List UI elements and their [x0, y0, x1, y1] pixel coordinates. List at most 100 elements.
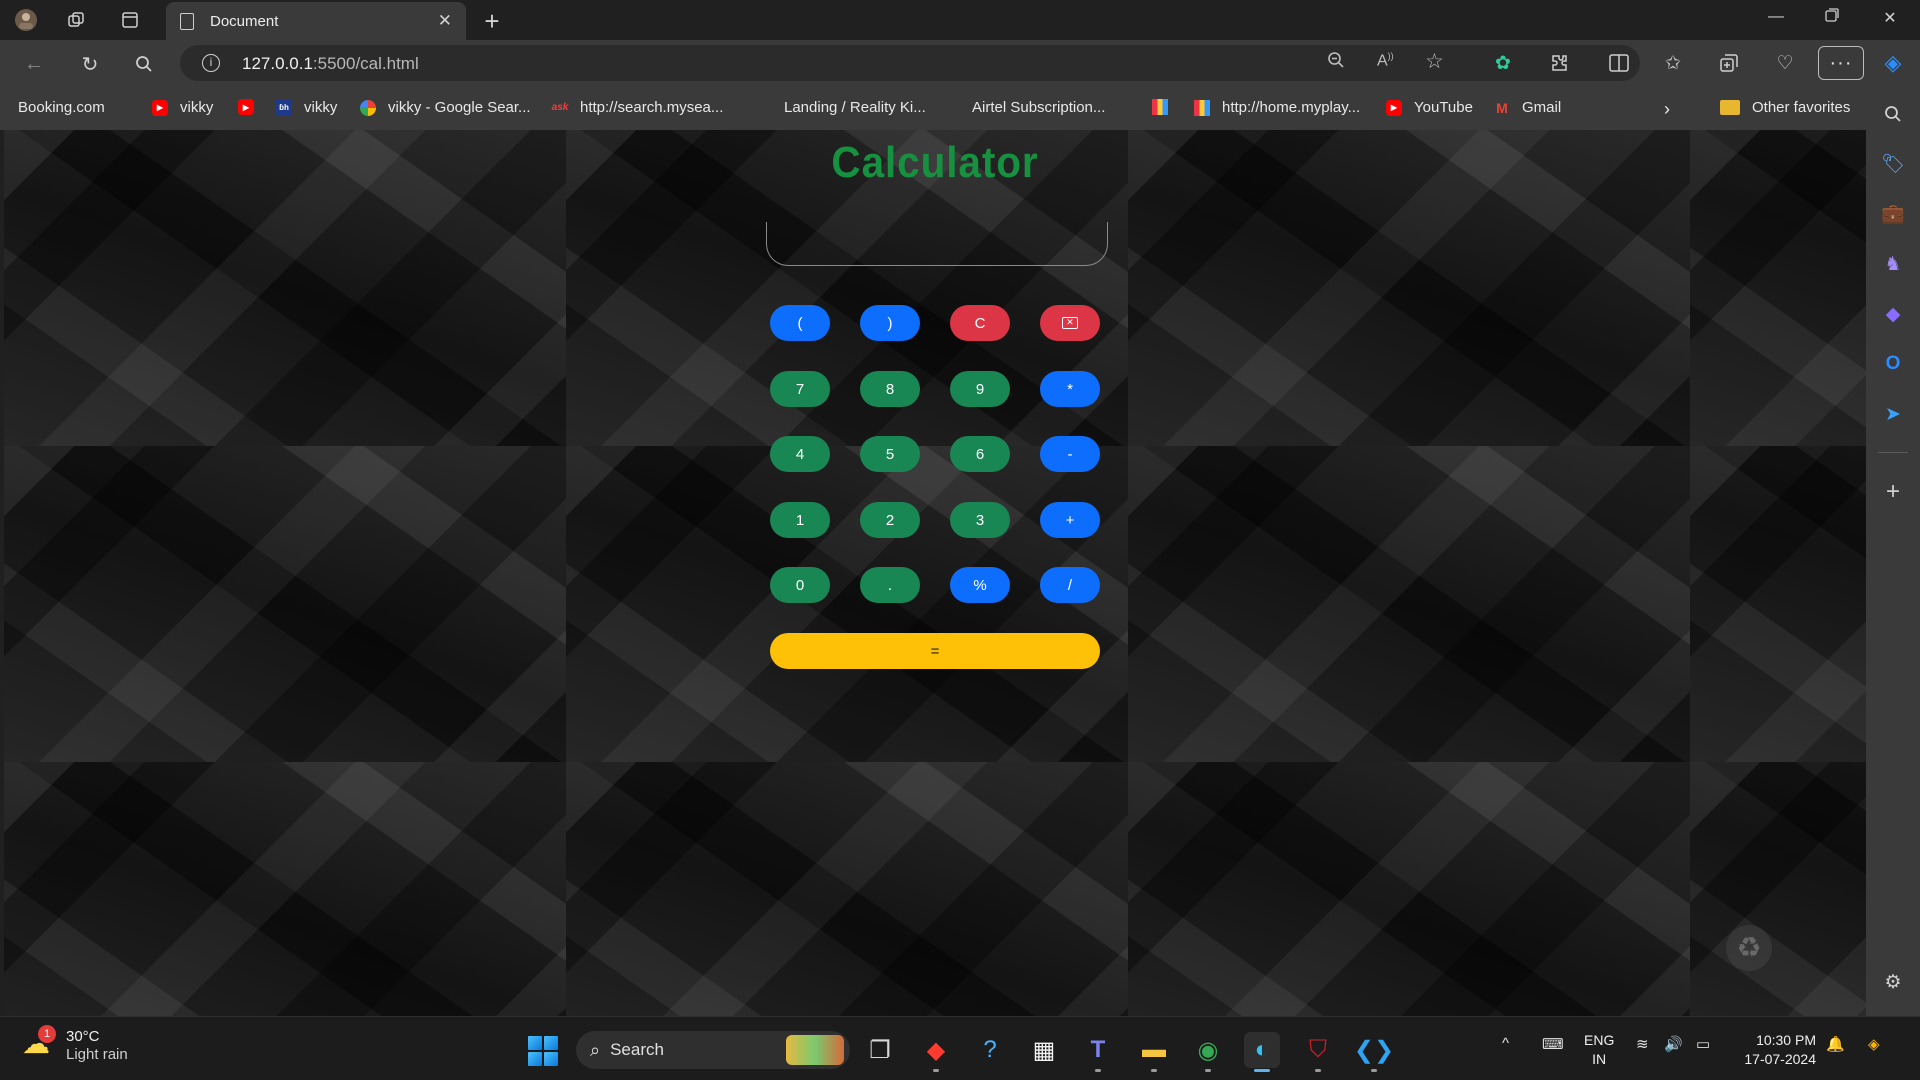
mcafee-icon[interactable]: ⛉	[1300, 1032, 1336, 1072]
tab-actions-icon[interactable]	[118, 8, 142, 32]
other-favorites-label: Other favorites	[1752, 99, 1851, 116]
edge-icon[interactable]: ◐	[1244, 1032, 1280, 1072]
key-subtract[interactable]: -	[1040, 436, 1100, 472]
chatgpt-extension-icon[interactable]: ✿	[1490, 50, 1516, 76]
key-equals[interactable]: =	[770, 633, 1100, 669]
read-aloud-icon[interactable]: A))	[1377, 51, 1394, 70]
key-add[interactable]: +	[1040, 502, 1100, 538]
favorite-airtel[interactable]: Airtel Subscription...	[972, 99, 1105, 245]
extensions-icon[interactable]	[1546, 50, 1572, 76]
settings-more-button[interactable]: ···	[1818, 46, 1864, 80]
teams-icon[interactable]: T	[1080, 1032, 1116, 1072]
task-view-icon[interactable]: ❐	[862, 1032, 898, 1068]
workspaces-icon[interactable]	[64, 8, 88, 32]
microsoft-store-icon[interactable]: ▦	[1026, 1032, 1062, 1068]
favorite-myplay[interactable]: http://home.myplay...	[1194, 99, 1360, 116]
sidebar-search-icon[interactable]	[1879, 100, 1907, 128]
show-hidden-icons-chevron-icon[interactable]: ^	[1502, 1035, 1509, 1052]
key-divide[interactable]: /	[1040, 567, 1100, 603]
vscode-icon[interactable]: ❮❯	[1354, 1032, 1394, 1072]
title-bar: Document ✕ + — ✕	[0, 0, 1920, 40]
key-5[interactable]: 5	[860, 436, 920, 472]
split-screen-icon[interactable]	[1606, 50, 1632, 76]
site-info-icon[interactable]: i	[202, 54, 220, 72]
favorite-youtube[interactable]: ▶ YouTube	[1386, 99, 1473, 116]
taskbar-search[interactable]: ⌕ Search	[576, 1031, 850, 1069]
key-8[interactable]: 8	[860, 371, 920, 407]
key-clear[interactable]: C	[950, 305, 1010, 341]
refresh-icon[interactable]: ↻	[76, 50, 104, 78]
favorite-youtube-unlabeled[interactable]: ▶	[238, 99, 266, 115]
address-bar[interactable]: i 127.0.0.1:5500/cal.html A)) ☆	[180, 45, 1640, 81]
key-open-paren[interactable]: (	[770, 305, 830, 341]
system-clock[interactable]: 10:30 PM 17-07-2024	[1736, 1031, 1816, 1069]
copilot-sidebar-icon[interactable]: ◆	[1879, 300, 1907, 328]
favorite-google-search[interactable]: vikky - Google Sear...	[360, 99, 531, 116]
key-1[interactable]: 1	[770, 502, 830, 538]
favorite-star-icon[interactable]: ☆	[1425, 49, 1444, 74]
weather-rain-icon: ☁ 1	[22, 1025, 60, 1065]
weather-condition: Light rain	[66, 1046, 128, 1063]
key-3[interactable]: 3	[950, 502, 1010, 538]
shopping-tag-icon[interactable]: 🏷	[1879, 150, 1907, 178]
close-tab-icon[interactable]: ✕	[438, 11, 452, 31]
keyboard-icon[interactable]: ⌨	[1542, 1035, 1564, 1053]
more-favorites-chevron-icon[interactable]: ›	[1664, 99, 1670, 120]
zoom-icon[interactable]	[1327, 51, 1345, 74]
favorite-gmail[interactable]: M Gmail	[1494, 99, 1561, 116]
favorite-label: Landing / Reality Ki...	[784, 99, 926, 116]
key-2[interactable]: 2	[860, 502, 920, 538]
close-window-icon[interactable]: ✕	[1878, 8, 1902, 28]
other-favorites-folder[interactable]: Other favorites	[1720, 99, 1850, 116]
profile-avatar-icon[interactable]	[14, 8, 38, 32]
file-explorer-icon[interactable]: ▬	[1136, 1032, 1172, 1072]
key-multiply[interactable]: *	[1040, 371, 1100, 407]
sidebar-settings-gear-icon[interactable]: ⚙	[1879, 968, 1907, 996]
favorite-myplay-unlabeled[interactable]	[1152, 99, 1180, 115]
favorite-mysearch[interactable]: ask http://search.mysea...	[552, 99, 724, 116]
outlook-icon[interactable]: O	[1879, 350, 1907, 378]
collections-icon[interactable]	[1716, 50, 1742, 76]
url-text[interactable]: 127.0.0.1:5500/cal.html	[242, 54, 419, 74]
calculator-display[interactable]	[766, 222, 1108, 266]
key-6[interactable]: 6	[950, 436, 1010, 472]
key-7[interactable]: 7	[770, 371, 830, 407]
anydesk-icon[interactable]: ◆	[918, 1032, 954, 1072]
start-button[interactable]	[528, 1036, 558, 1066]
wifi-icon[interactable]: ≋	[1636, 1035, 1649, 1053]
weather-widget[interactable]: ☁ 1 30°C Light rain	[22, 1025, 128, 1065]
volume-icon[interactable]: 🔊	[1664, 1035, 1683, 1053]
key-4[interactable]: 4	[770, 436, 830, 472]
key-9[interactable]: 9	[950, 371, 1010, 407]
favorite-label: Gmail	[1522, 99, 1562, 116]
battery-icon[interactable]: ▭	[1696, 1035, 1710, 1053]
key-decimal[interactable]: .	[860, 567, 920, 603]
language-indicator[interactable]: ENG IN	[1584, 1031, 1614, 1069]
new-tab-button[interactable]: +	[478, 6, 506, 37]
help-icon[interactable]: ?	[972, 1032, 1008, 1068]
tab-document[interactable]: Document ✕	[166, 2, 466, 40]
minimize-icon[interactable]: —	[1764, 8, 1788, 26]
add-sidebar-app-icon[interactable]: +	[1879, 478, 1907, 506]
favorite-vikky-bh[interactable]: ɓh vikky	[276, 99, 337, 116]
tools-briefcase-icon[interactable]: 💼	[1879, 200, 1907, 228]
chrome-icon[interactable]: ◉	[1190, 1032, 1226, 1072]
back-icon[interactable]: ←	[20, 50, 48, 78]
favorite-booking[interactable]: Booking.com	[18, 99, 105, 245]
search-icon[interactable]	[130, 50, 158, 78]
key-percent[interactable]: %	[950, 567, 1010, 603]
key-close-paren[interactable]: )	[860, 305, 920, 341]
copilot-taskbar-icon[interactable]: ◈	[1868, 1035, 1880, 1053]
favorite-vikky-youtube[interactable]: ▶ vikky	[152, 99, 213, 116]
browser-essentials-icon[interactable]: ♡	[1772, 50, 1798, 76]
copilot-icon[interactable]: ◈	[1880, 50, 1906, 76]
taskbar-search-icon: ⌕	[590, 1039, 601, 1060]
key-backspace[interactable]: ✕	[1040, 305, 1100, 341]
favorites-icon[interactable]: ✩	[1660, 50, 1686, 76]
games-icon[interactable]: ♞	[1879, 250, 1907, 278]
restore-icon[interactable]	[1820, 8, 1844, 27]
send-telegram-icon[interactable]: ➤	[1879, 400, 1907, 428]
favorite-reality-kings[interactable]: Landing / Reality Ki...	[784, 99, 926, 245]
notification-bell-icon[interactable]: 🔔	[1826, 1035, 1845, 1053]
key-0[interactable]: 0	[770, 567, 830, 603]
